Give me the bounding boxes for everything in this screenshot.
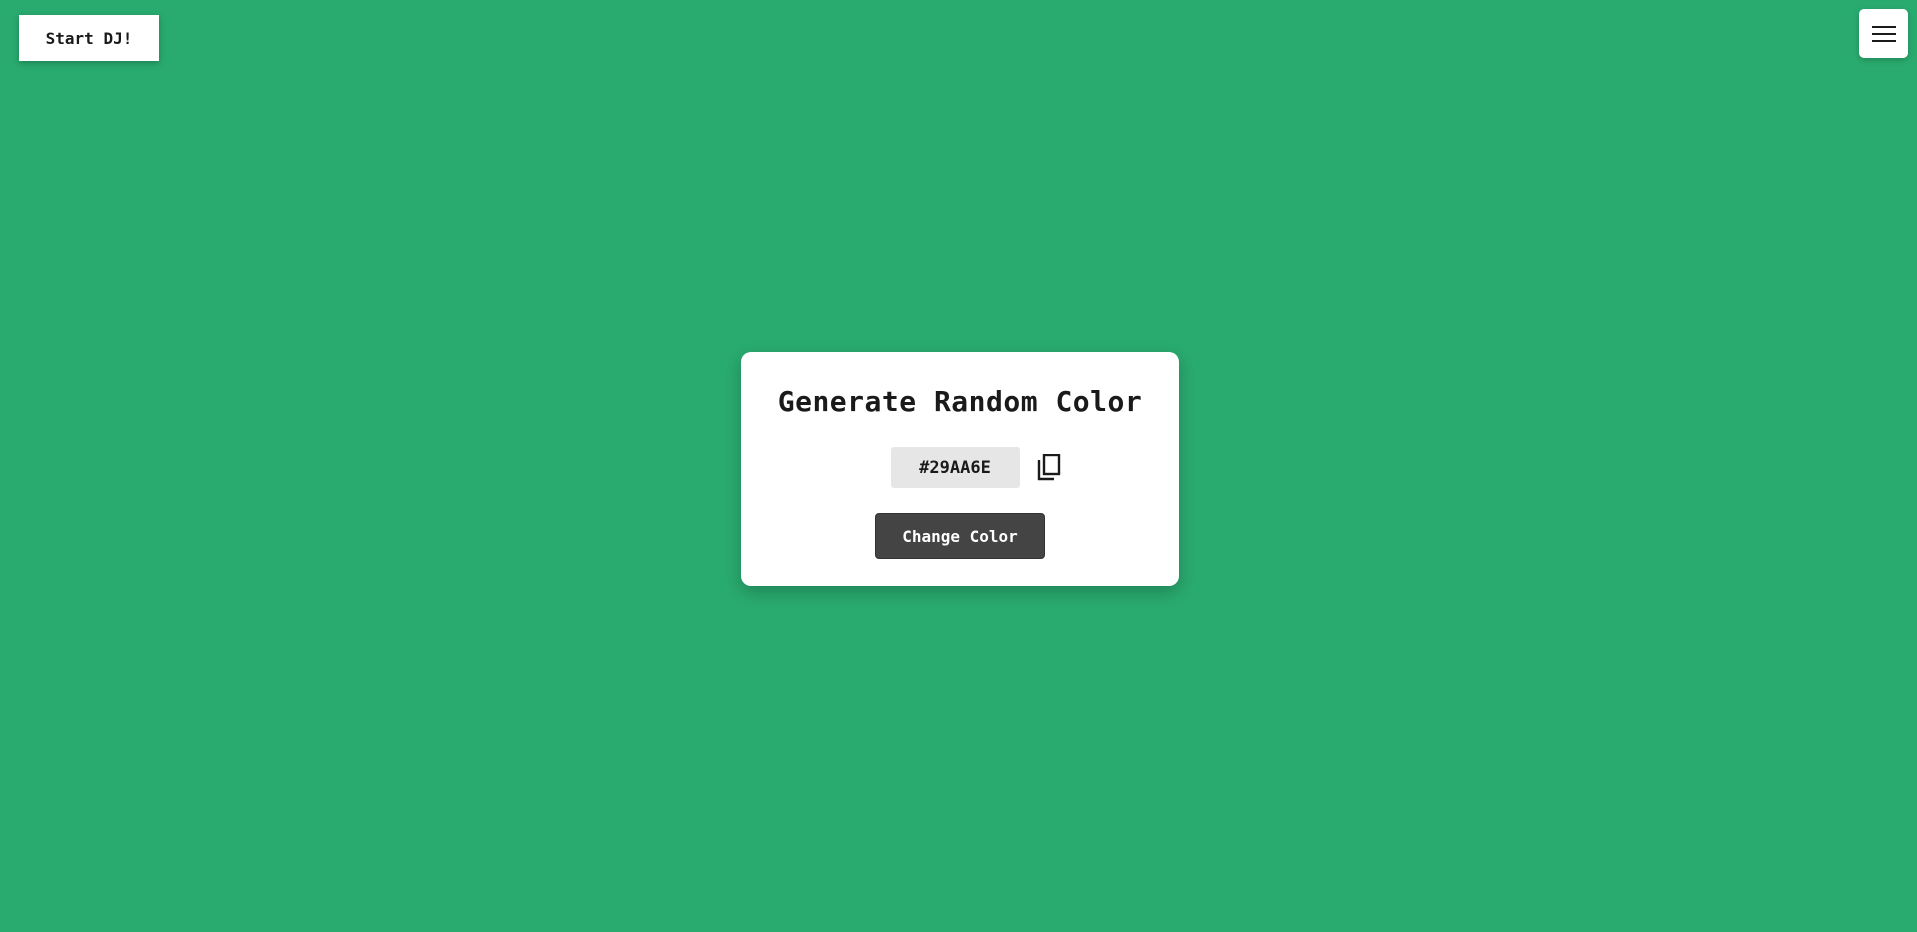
hex-row: #29AA6E [890, 447, 1062, 488]
hamburger-menu-icon [1871, 25, 1896, 42]
color-generator-card: Generate Random Color #29AA6E Change Col… [741, 352, 1179, 586]
card-title: Generate Random Color [777, 385, 1143, 418]
copy-icon[interactable] [1036, 454, 1062, 482]
start-dj-button[interactable]: Start DJ! [19, 15, 159, 61]
menu-button[interactable] [1859, 9, 1908, 58]
change-color-button[interactable]: Change Color [875, 513, 1045, 559]
hex-code-display: #29AA6E [890, 447, 1020, 488]
